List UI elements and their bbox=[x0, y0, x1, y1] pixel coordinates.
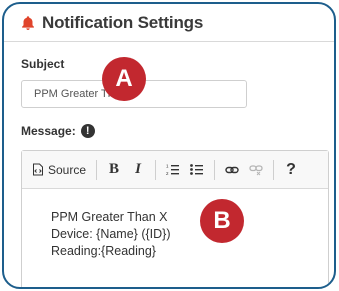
help-button[interactable]: ? bbox=[279, 158, 303, 182]
info-icon[interactable]: ! bbox=[80, 124, 95, 138]
panel-header: Notification Settings bbox=[4, 4, 334, 42]
toolbar-divider bbox=[96, 159, 98, 180]
editor-toolbar: Source B I 1 2 ? bbox=[22, 151, 328, 189]
link-button[interactable] bbox=[220, 158, 244, 182]
editor-line: Device: {Name} ({ID}) bbox=[51, 227, 171, 241]
message-label-row: Message: ! bbox=[21, 124, 95, 138]
svg-text:1: 1 bbox=[166, 164, 169, 169]
editor-content[interactable]: PPM Greater Than X Device: {Name} ({ID})… bbox=[22, 189, 328, 260]
unlink-button[interactable] bbox=[244, 158, 268, 182]
toolbar-divider bbox=[214, 159, 216, 180]
unlink-icon bbox=[249, 164, 263, 175]
source-button[interactable]: Source bbox=[30, 158, 91, 182]
message-editor: Source B I 1 2 ? PPM Greater Than X Devi… bbox=[21, 150, 329, 287]
numbered-list-icon: 1 2 bbox=[166, 164, 180, 176]
page-title: Notification Settings bbox=[42, 12, 204, 32]
editor-line: PPM Greater Than X bbox=[51, 210, 168, 224]
bold-button[interactable]: B bbox=[102, 158, 126, 182]
source-icon bbox=[33, 163, 43, 176]
bell-icon bbox=[20, 15, 36, 31]
callout-badge-b: B bbox=[200, 199, 244, 243]
numbered-list-button[interactable]: 1 2 bbox=[161, 158, 185, 182]
italic-button[interactable]: I bbox=[126, 158, 150, 182]
notification-settings-panel: Notification Settings Subject A Message:… bbox=[2, 2, 336, 289]
editor-line: Reading:{Reading} bbox=[51, 244, 156, 258]
toolbar-divider bbox=[273, 159, 275, 180]
message-label: Message: bbox=[21, 124, 76, 138]
bulleted-list-icon bbox=[190, 164, 204, 175]
bulleted-list-button[interactable] bbox=[185, 158, 209, 182]
link-icon bbox=[225, 166, 239, 173]
subject-label: Subject bbox=[21, 57, 65, 71]
source-label: Source bbox=[48, 162, 87, 177]
callout-badge-a: A bbox=[102, 57, 146, 101]
toolbar-divider bbox=[155, 159, 157, 180]
svg-text:2: 2 bbox=[166, 171, 169, 176]
